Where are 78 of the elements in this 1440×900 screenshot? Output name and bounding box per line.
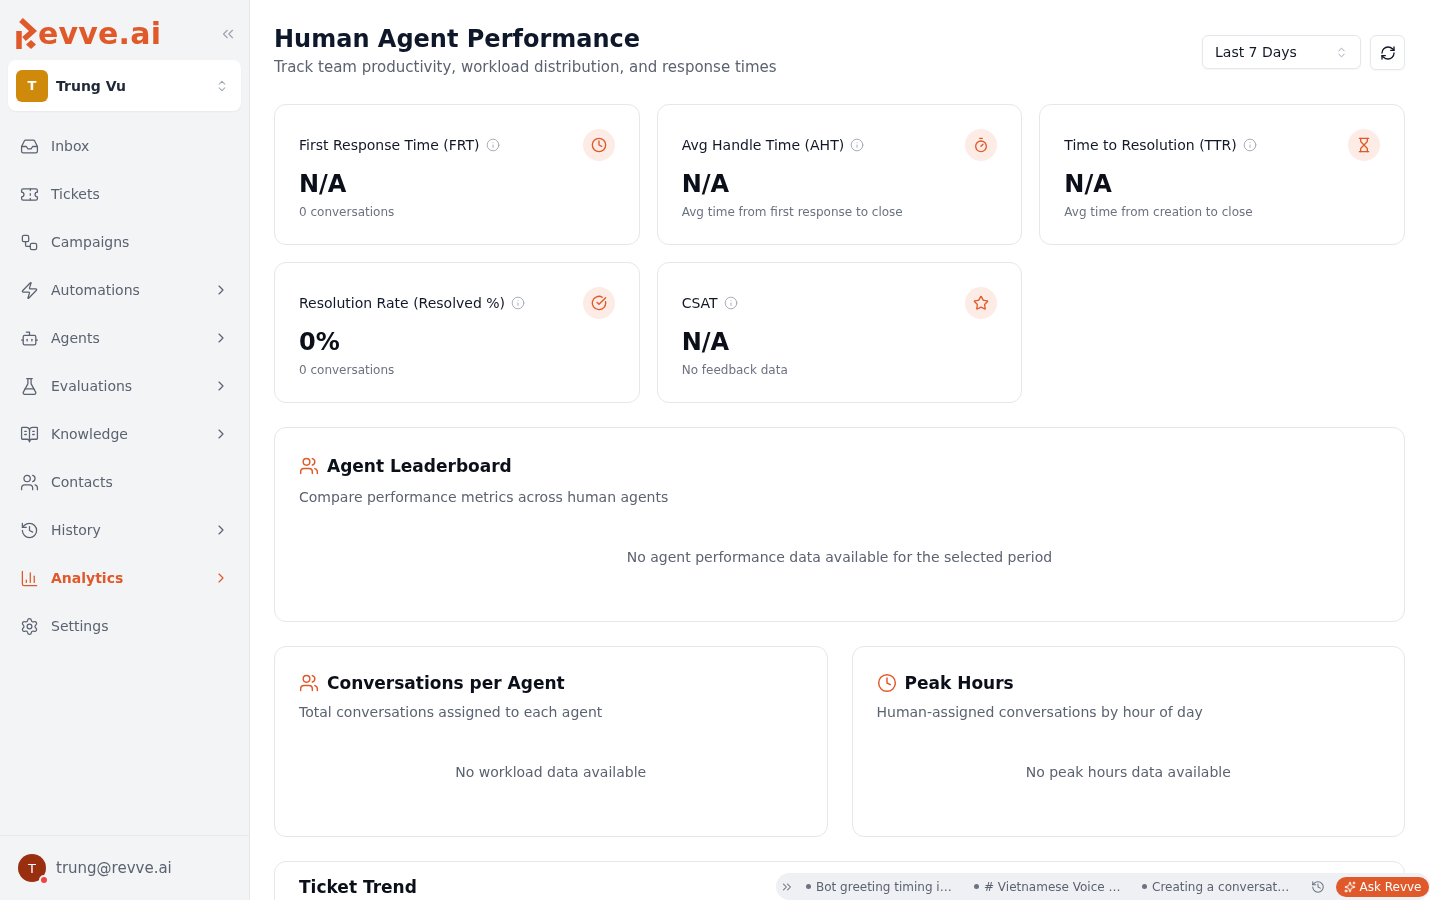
workspace-switcher[interactable]: T Trung Vu <box>8 60 241 111</box>
metric-caption: 0 conversations <box>299 204 396 220</box>
refresh-button[interactable] <box>1370 35 1405 70</box>
users-icon <box>299 456 319 476</box>
metric-value: N/A <box>681 169 731 199</box>
workspace-avatar: T <box>16 69 48 102</box>
sidebar-item[interactable]: Automations <box>8 270 241 310</box>
panel-subtitle: Human-assigned conversations by hour of day <box>876 703 1204 722</box>
users-icon <box>20 472 39 492</box>
open-book-icon <box>20 424 39 444</box>
panel-subtitle: Compare performance metrics across human agents <box>299 488 670 507</box>
page-subtitle: Track team productivity, workload distribution, and response times <box>274 57 777 78</box>
sidebar-item[interactable]: Knowledge <box>8 414 241 454</box>
empty-state-message: No workload data available <box>454 763 648 782</box>
info-icon[interactable] <box>1242 138 1257 152</box>
user-avatar[interactable]: T <box>18 854 46 882</box>
metric-title: Avg Handle Time (AHT) <box>681 137 845 153</box>
refresh-icon <box>1379 44 1396 61</box>
empty-state-message: No peak hours data available <box>1024 763 1232 782</box>
bullet-icon <box>806 884 811 889</box>
clock-icon <box>876 673 897 693</box>
metric-caption: 0 conversations <box>299 362 396 378</box>
panel-title: Agent Leaderboard <box>327 455 512 478</box>
metric-value: 0% <box>299 327 341 357</box>
brand-name: evve.ai <box>38 17 162 51</box>
sidebar-item[interactable]: History <box>8 510 241 550</box>
sidebar-item[interactable]: Campaigns <box>8 222 241 262</box>
metric-title: First Response Time (FRT) <box>299 137 480 153</box>
recent-thread[interactable]: Creating a conversat… <box>1130 879 1298 894</box>
ask-revve-button[interactable]: Ask Revve <box>1336 876 1429 897</box>
panel-title: Ticket Trend <box>299 878 417 896</box>
sidebar-item[interactable]: Settings <box>8 606 241 646</box>
metric-title: Time to Resolution (TTR) <box>1064 137 1237 153</box>
panel-title: Conversations per Agent <box>327 672 565 695</box>
metric-value: N/A <box>299 169 348 199</box>
panel-subtitle: Total conversations assigned to each agent <box>299 703 604 722</box>
metric-value: N/A <box>681 327 731 357</box>
check-circle-icon <box>582 287 615 319</box>
page-title: Human Agent Performance <box>274 24 642 54</box>
history-icon <box>1311 879 1325 894</box>
metric-caption: No feedback data <box>681 362 789 378</box>
history-icon <box>20 520 39 540</box>
bullet-icon <box>974 884 979 889</box>
sparkles-icon <box>1343 880 1356 893</box>
info-icon[interactable] <box>850 138 865 152</box>
sidebar-item[interactable]: Contacts <box>8 462 241 502</box>
metric-title: CSAT <box>681 295 718 311</box>
metric-caption: Avg time from first response to close <box>681 204 904 220</box>
metric-caption: Avg time from creation to close <box>1064 204 1254 220</box>
info-icon[interactable] <box>485 138 500 152</box>
sidebar-item[interactable]: Inbox <box>8 126 241 166</box>
lightning-icon <box>20 280 39 300</box>
info-icon[interactable] <box>511 296 526 310</box>
flask-icon <box>20 376 39 396</box>
date-range-select[interactable]: Last 7 Days <box>1202 35 1361 69</box>
history-button[interactable] <box>1311 879 1325 894</box>
empty-state-message: No agent performance data available for the selected period <box>625 548 1054 567</box>
sidebar-item[interactable]: Analytics <box>8 558 241 598</box>
metric-value: N/A <box>1064 169 1113 199</box>
users-icon <box>299 673 319 693</box>
settings-icon <box>20 616 39 636</box>
metric-title: Resolution Rate (Resolved %) <box>299 295 506 311</box>
sidebar-item[interactable]: Agents <box>8 318 241 358</box>
sidebar-item[interactable]: Tickets <box>8 174 241 214</box>
panel-title: Peak Hours <box>904 672 1014 695</box>
bar-chart-icon <box>20 568 39 588</box>
recent-thread[interactable]: Bot greeting timing i… <box>794 879 962 894</box>
sidebar-item[interactable]: Evaluations <box>8 366 241 406</box>
chevrons-up-down-icon <box>1335 45 1348 59</box>
stopwatch-icon <box>965 129 998 161</box>
clock-icon <box>582 129 615 161</box>
bullet-icon <box>1142 884 1147 889</box>
logo-icon <box>16 18 37 49</box>
user-email: trung@revve.ai <box>56 859 172 877</box>
info-icon[interactable] <box>723 296 738 310</box>
recent-thread[interactable]: # Vietnamese Voice … <box>962 879 1130 894</box>
linked-squares-icon <box>20 232 39 252</box>
hourglass-icon <box>1348 129 1380 161</box>
